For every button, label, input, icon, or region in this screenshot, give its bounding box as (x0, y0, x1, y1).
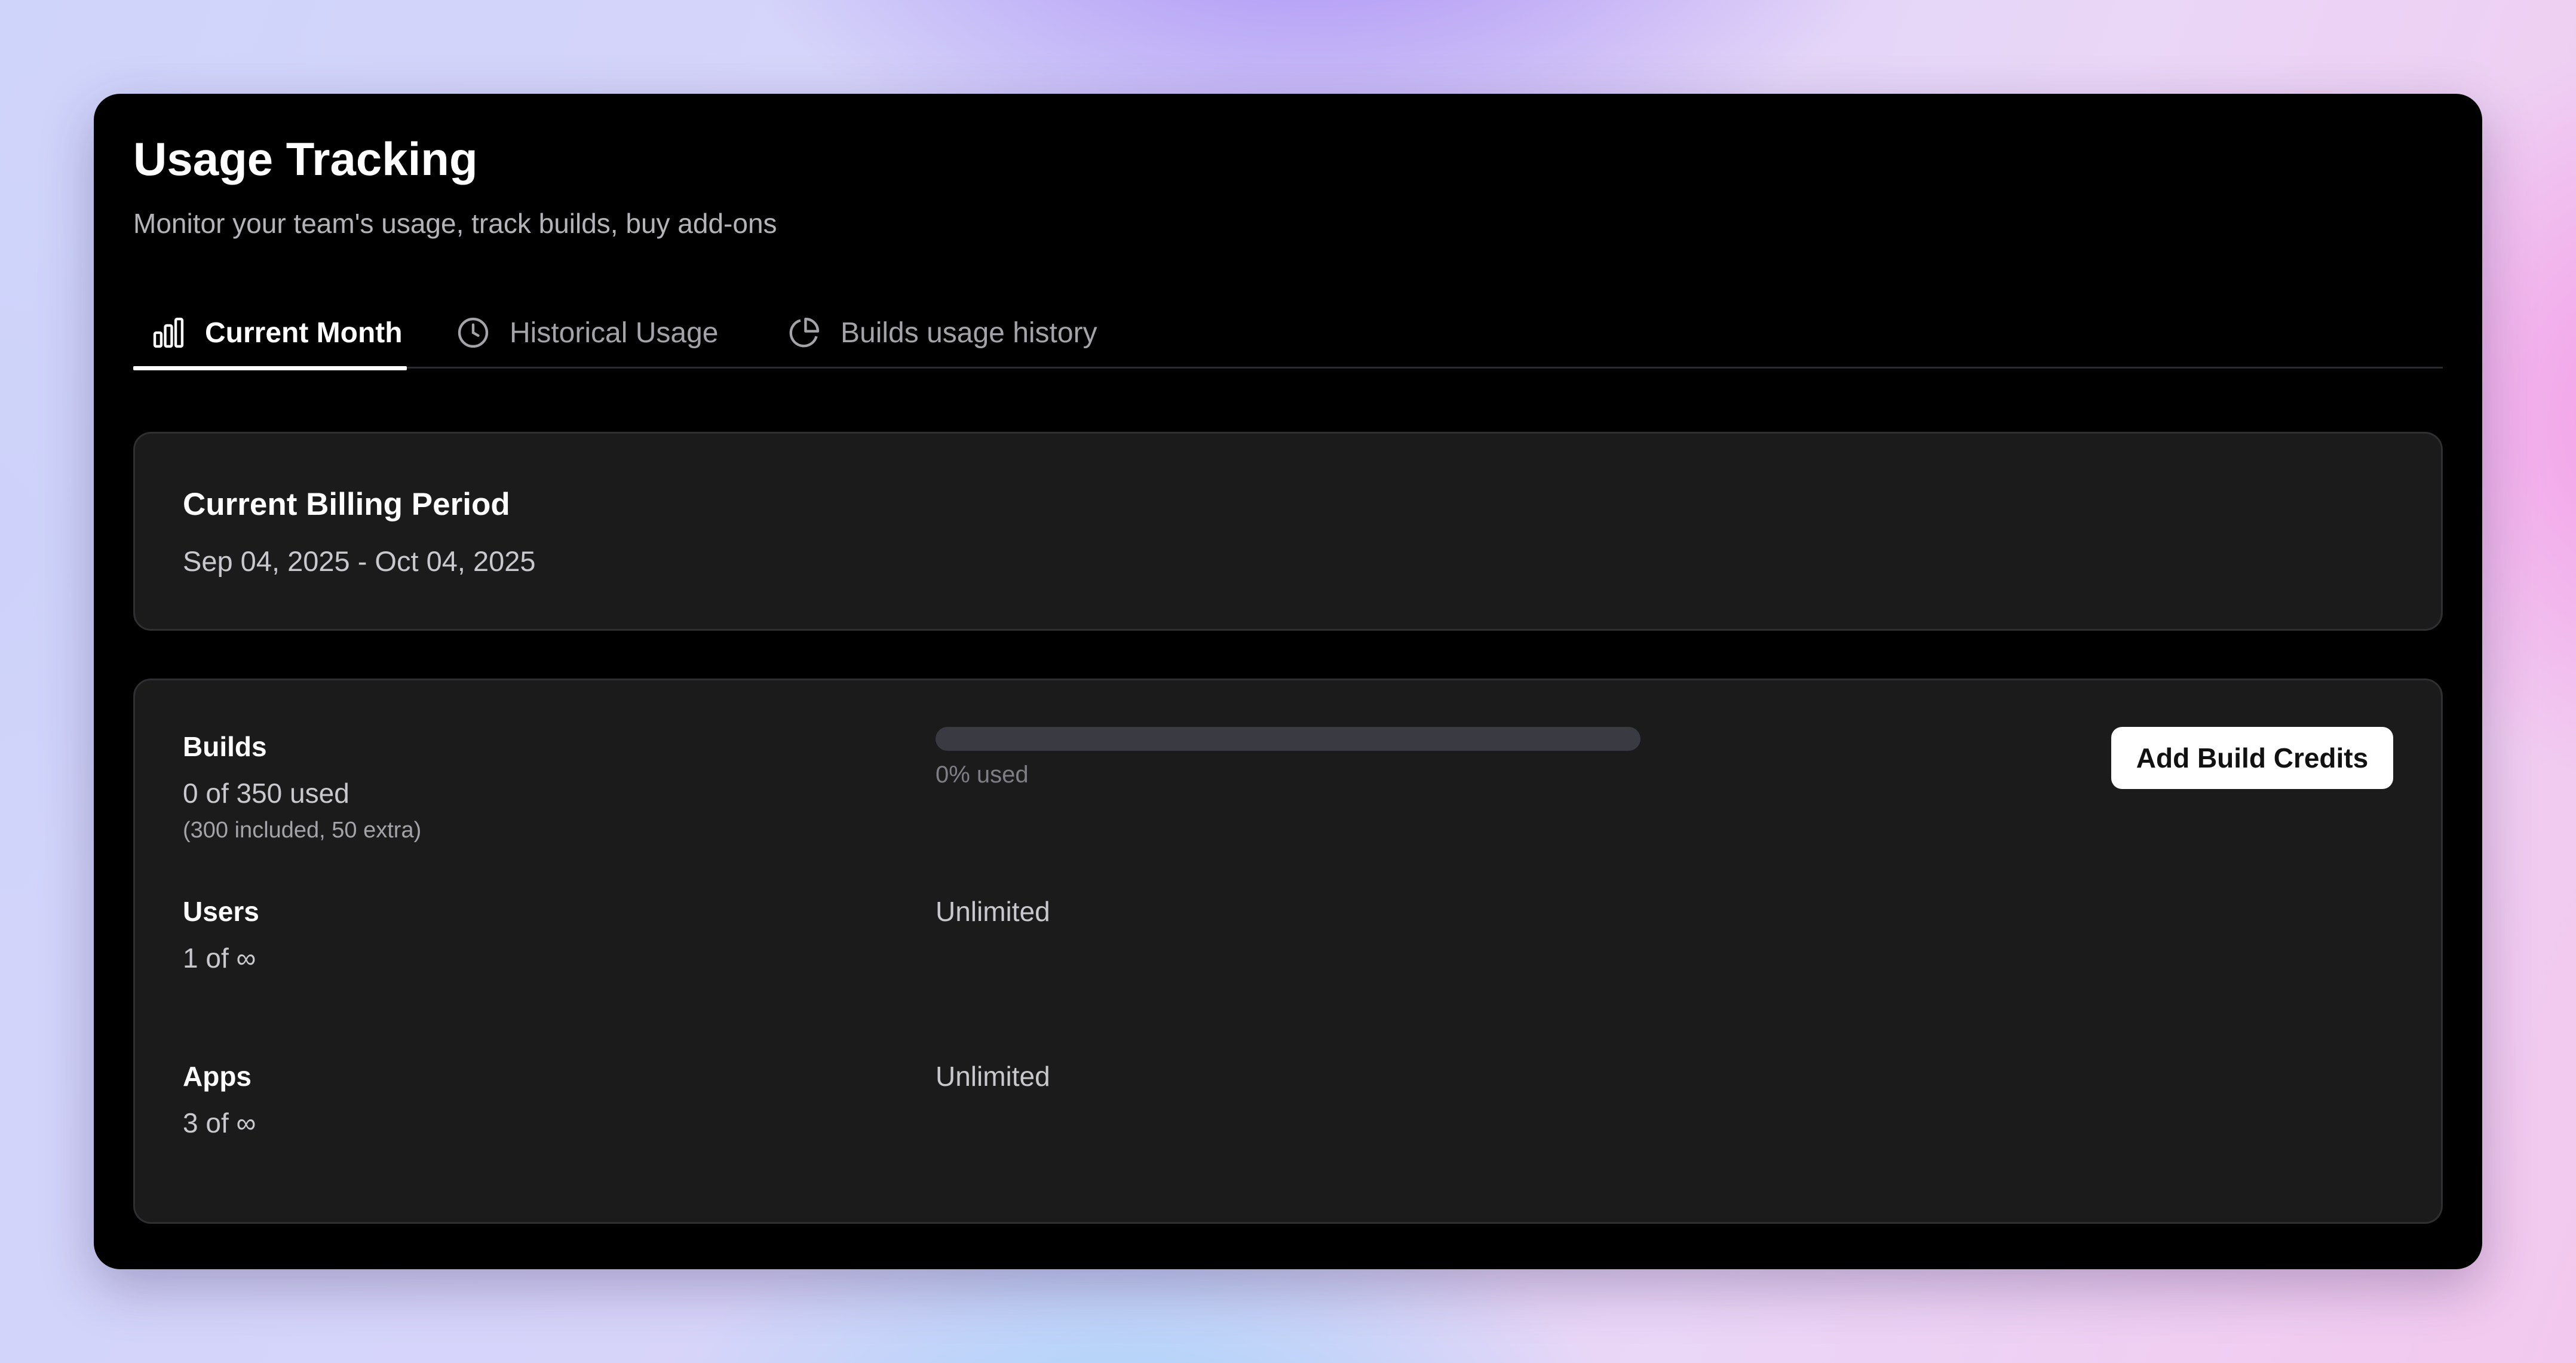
users-usage-value: 1 of ∞ (183, 943, 256, 974)
page-subtitle: Monitor your team's usage, track builds,… (133, 208, 777, 239)
bar-chart-icon (151, 315, 186, 350)
clock-icon (456, 315, 490, 350)
builds-usage-value: 0 of 350 used (183, 778, 349, 809)
add-build-credits-button[interactable]: Add Build Credits (2111, 727, 2393, 789)
users-label: Users (183, 896, 259, 927)
billing-period-title: Current Billing Period (183, 487, 510, 522)
tab-current-month[interactable]: Current Month (133, 297, 407, 370)
page-title: Usage Tracking (133, 133, 478, 185)
users-limit: Unlimited (936, 896, 1050, 927)
tab-label: Current Month (205, 317, 403, 349)
apps-label: Apps (183, 1061, 252, 1092)
tab-bar: Current Month Historical Usage Builds us… (133, 297, 2443, 370)
billing-period-card: Current Billing Period Sep 04, 2025 - Oc… (133, 432, 2443, 631)
builds-progress-text: 0% used (936, 762, 1029, 788)
tab-historical-usage[interactable]: Historical Usage (456, 297, 718, 369)
tab-builds-usage-history[interactable]: Builds usage history (787, 297, 1097, 369)
builds-label: Builds (183, 731, 267, 762)
billing-period-dates: Sep 04, 2025 - Oct 04, 2025 (183, 545, 536, 577)
usage-card: Builds 0 of 350 used (300 included, 50 e… (133, 679, 2443, 1224)
builds-usage-note: (300 included, 50 extra) (183, 818, 422, 843)
builds-progress-bar (936, 727, 1640, 751)
tab-label: Builds usage history (841, 317, 1097, 349)
apps-limit: Unlimited (936, 1061, 1050, 1092)
usage-tracking-window: Usage Tracking Monitor your team's usage… (94, 94, 2482, 1269)
pie-chart-icon (787, 315, 821, 350)
tab-label: Historical Usage (510, 317, 719, 349)
apps-usage-value: 3 of ∞ (183, 1107, 256, 1138)
